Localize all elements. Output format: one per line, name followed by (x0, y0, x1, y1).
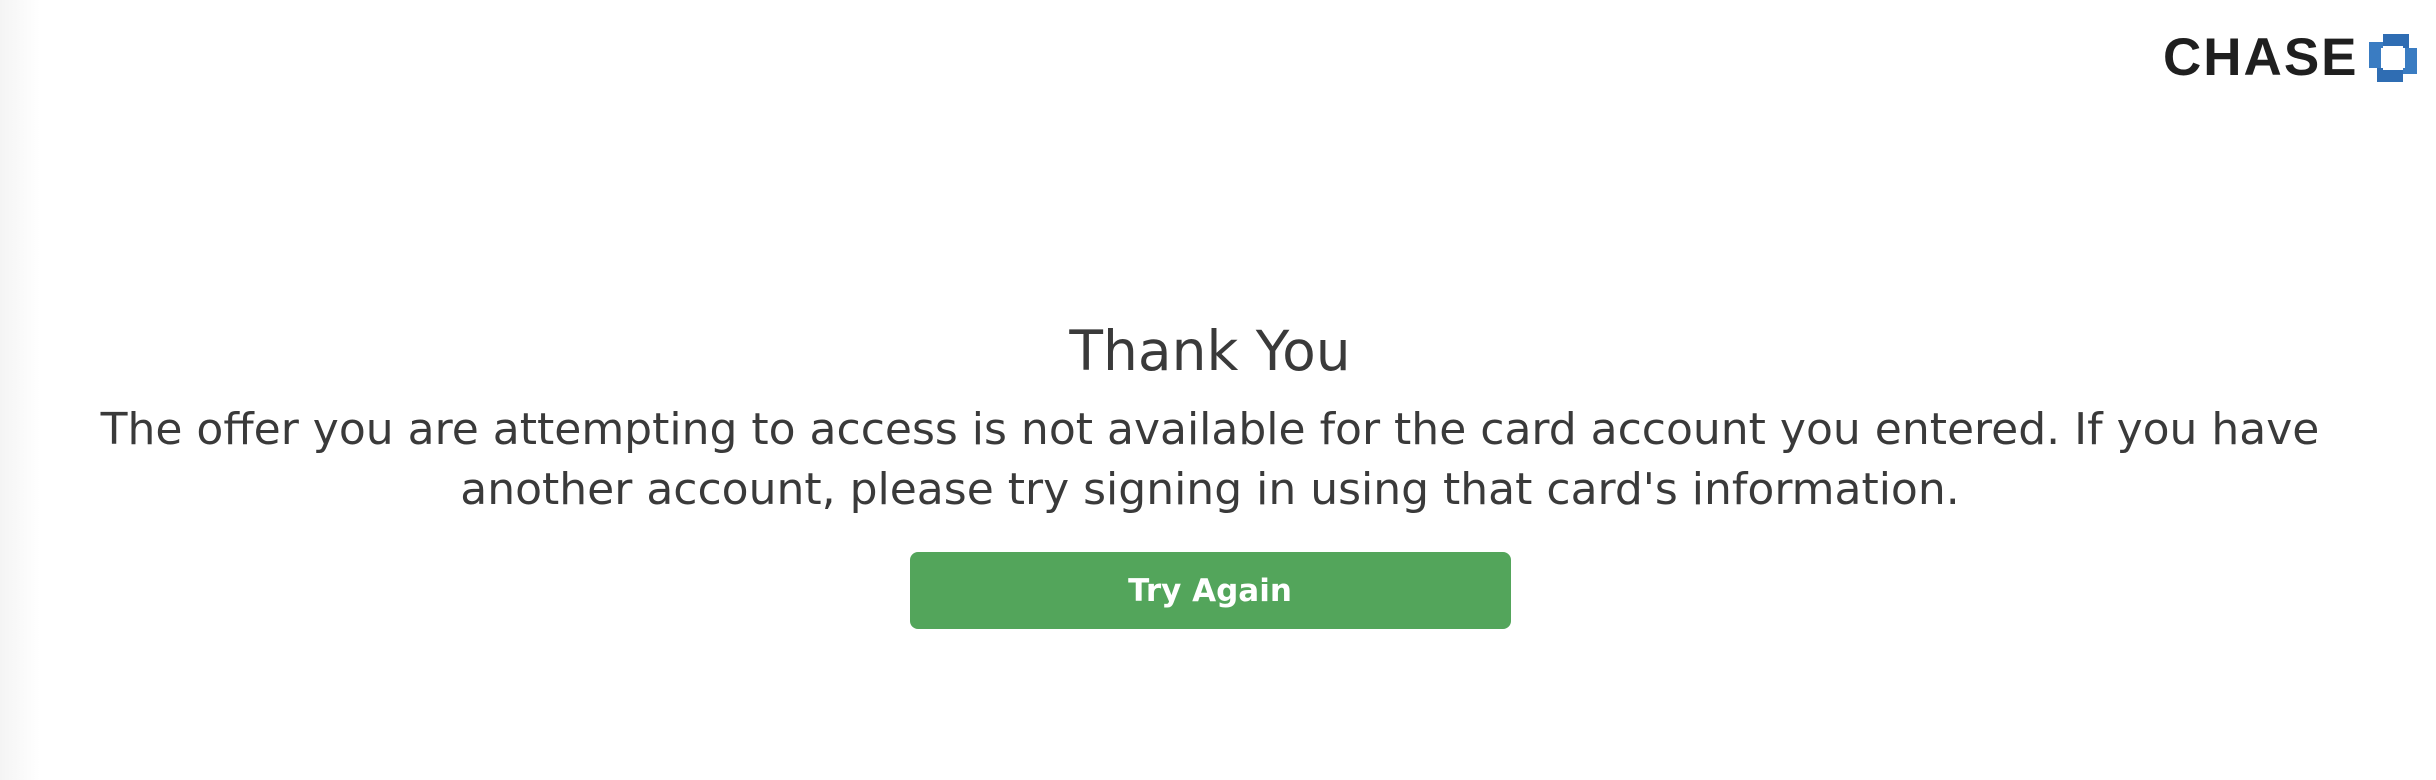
chase-logo: CHASE (2163, 28, 2417, 87)
offer-unavailable-message: The offer you are attempting to access i… (100, 404, 2320, 515)
thank-you-panel: Thank You The offer you are attempting t… (0, 318, 2420, 629)
chase-logo-text: CHASE (2163, 28, 2359, 87)
chase-octagon-icon (2368, 34, 2417, 82)
page-title: Thank You (1069, 319, 1351, 383)
try-again-button[interactable]: Try Again (909, 552, 1511, 629)
